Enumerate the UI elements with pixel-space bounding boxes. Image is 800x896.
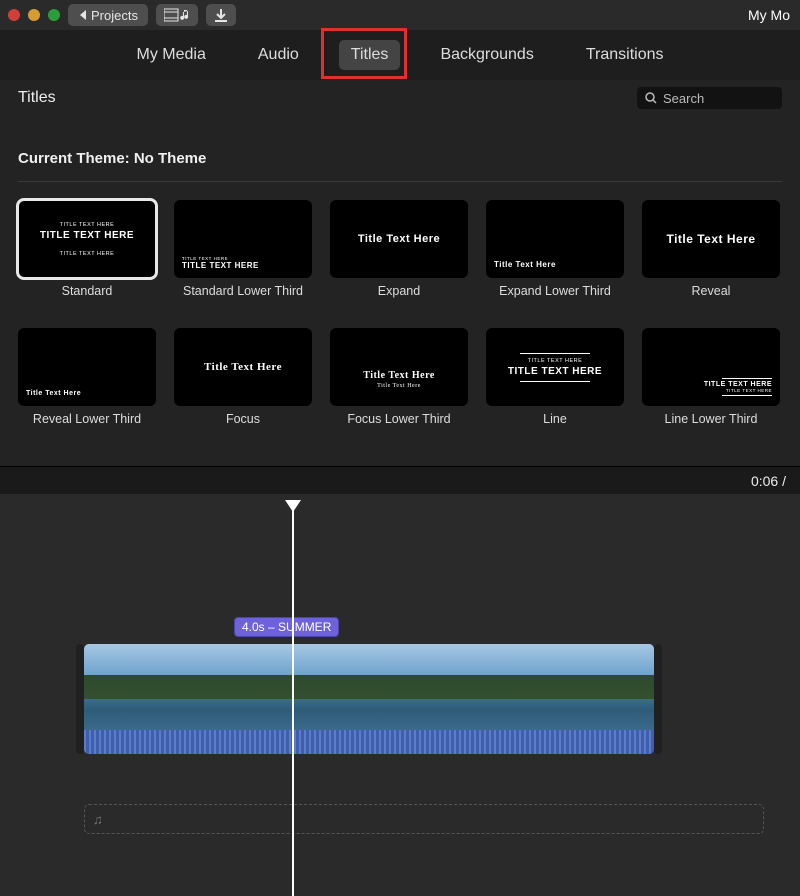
import-button[interactable] xyxy=(206,4,236,26)
window-toolbar: Projects My Mo xyxy=(0,0,800,30)
music-note-icon: ♫ xyxy=(93,812,103,827)
tab-transitions[interactable]: Transitions xyxy=(574,40,676,70)
search-placeholder: Search xyxy=(663,91,704,106)
tile-expand[interactable]: Title Text Here Expand xyxy=(330,200,468,312)
titles-grid: TITLE TEXT HERE TITLE TEXT HERE TITLE TE… xyxy=(18,200,782,440)
annotation-highlight xyxy=(321,28,407,79)
clip-trim-handle-left[interactable] xyxy=(76,644,84,754)
tile-expand-lower-third[interactable]: Title Text Here Expand Lower Third xyxy=(486,200,624,312)
tile-focus-lower-third[interactable]: Title Text Here Title Text Here Focus Lo… xyxy=(330,328,468,440)
filmstrip-music-icon xyxy=(164,8,190,22)
divider xyxy=(18,181,782,182)
download-arrow-icon xyxy=(214,8,228,22)
project-title: My Mo xyxy=(748,7,792,23)
tile-standard-lower-third[interactable]: TITLE TEXT HERE TITLE TEXT HERE Standard… xyxy=(174,200,312,312)
tab-my-media[interactable]: My Media xyxy=(125,40,218,70)
browser-header: Titles Search xyxy=(0,80,800,116)
tab-backgrounds[interactable]: Backgrounds xyxy=(428,40,545,70)
current-theme-label: Current Theme: No Theme xyxy=(18,150,782,167)
timeline[interactable]: 4.0s – SUMMER ♫ xyxy=(0,494,800,896)
tile-line-lower-third[interactable]: TITLE TEXT HERE TITLE TEXT HERE Line Low… xyxy=(642,328,780,440)
zoom-window-dot[interactable] xyxy=(48,9,60,21)
video-clip[interactable] xyxy=(84,644,654,754)
browser-section-title: Titles xyxy=(18,89,56,107)
search-icon xyxy=(645,92,657,104)
clip-trim-handle-right[interactable] xyxy=(654,644,662,754)
tile-standard[interactable]: TITLE TEXT HERE TITLE TEXT HERE TITLE TE… xyxy=(18,200,156,312)
minimize-window-dot[interactable] xyxy=(28,9,40,21)
clip-audio-waveform xyxy=(84,730,654,754)
back-to-projects-button[interactable]: Projects xyxy=(68,4,148,26)
tile-reveal[interactable]: Title Text Here Reveal xyxy=(642,200,780,312)
timeline-header: 0:06 / xyxy=(0,466,800,494)
traffic-lights xyxy=(8,9,60,21)
chevron-left-icon xyxy=(78,9,87,21)
playhead-time: 0:06 / xyxy=(751,473,786,489)
media-library-button[interactable] xyxy=(156,4,198,26)
tile-reveal-lower-third[interactable]: Title Text Here Reveal Lower Third xyxy=(18,328,156,440)
title-clip[interactable]: 4.0s – SUMMER xyxy=(234,617,339,637)
tile-focus[interactable]: Title Text Here Focus xyxy=(174,328,312,440)
search-field[interactable]: Search xyxy=(637,87,782,109)
projects-label: Projects xyxy=(91,8,138,23)
audio-track-dropzone[interactable]: ♫ xyxy=(84,804,764,834)
tile-line[interactable]: TITLE TEXT HERE TITLE TEXT HERE Line xyxy=(486,328,624,440)
media-browser-tabs: My Media Audio Titles Backgrounds Transi… xyxy=(0,30,800,80)
close-window-dot[interactable] xyxy=(8,9,20,21)
titles-browser: Current Theme: No Theme TITLE TEXT HERE … xyxy=(0,116,800,466)
tab-audio[interactable]: Audio xyxy=(246,40,311,70)
